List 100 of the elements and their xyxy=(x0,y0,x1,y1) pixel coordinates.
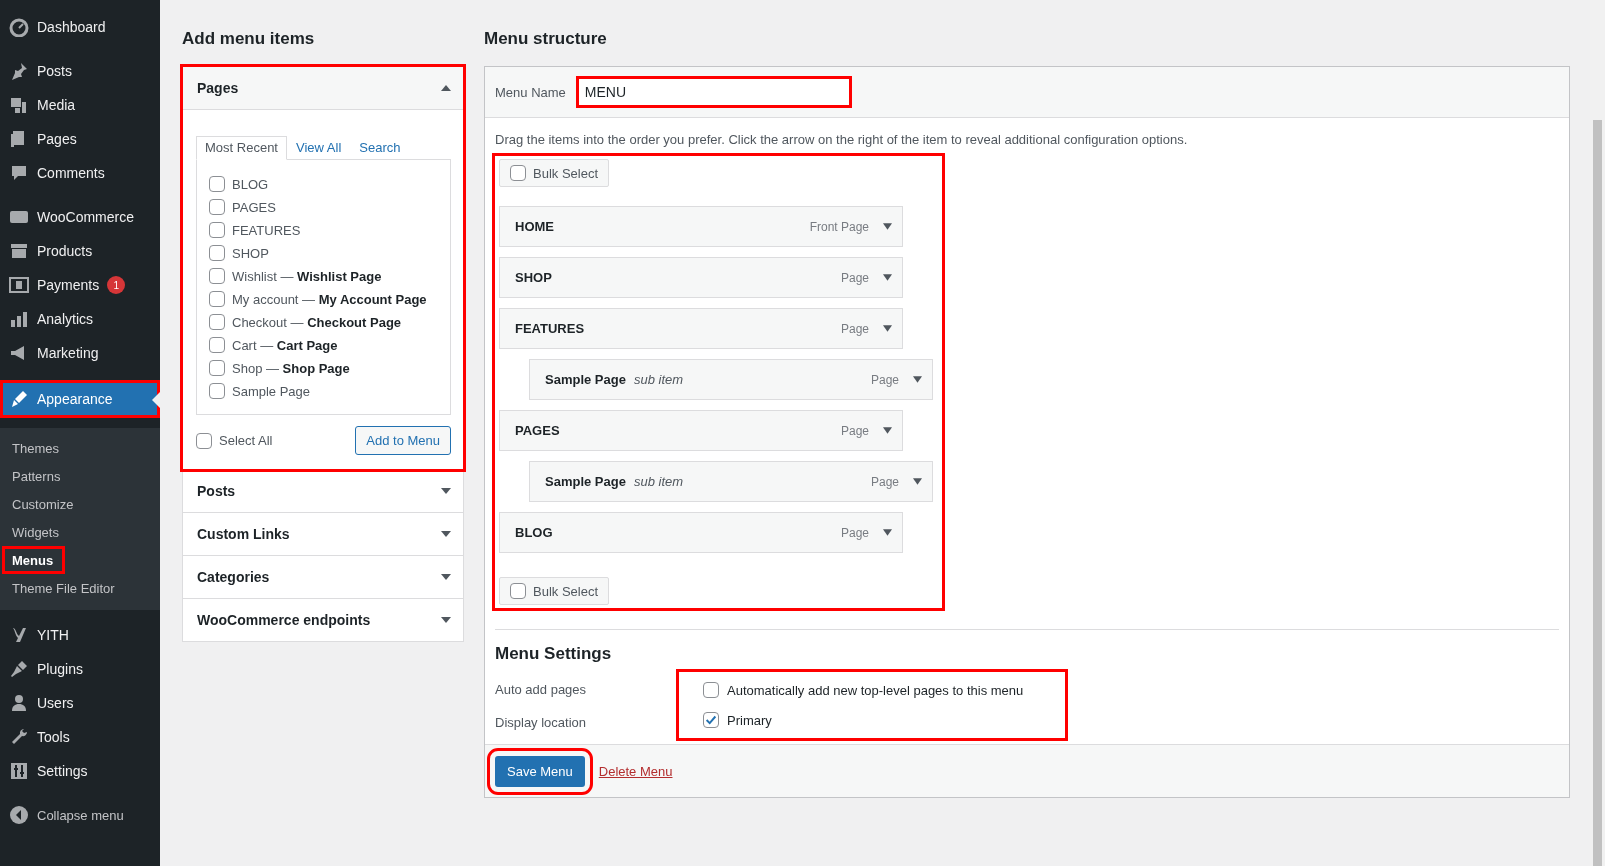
sidebar-item[interactable]: Users xyxy=(0,686,160,720)
accordion-header[interactable]: Posts xyxy=(183,470,463,512)
caret-icon[interactable] xyxy=(883,274,892,281)
sidebar-item[interactable]: Marketing xyxy=(0,336,160,370)
caret-icon[interactable] xyxy=(883,529,892,536)
submenu-item[interactable]: Theme File Editor xyxy=(0,574,127,602)
caret-icon[interactable] xyxy=(913,478,922,485)
menu-item-icon xyxy=(9,17,29,37)
instructions-text: Drag the items into the order you prefer. Click the arrow on the right of the item to reveal additional configuration options. xyxy=(495,132,1189,147)
menu-item-bar[interactable]: SHOP Page xyxy=(499,257,903,298)
add-to-menu-button[interactable]: Add to Menu xyxy=(355,426,451,455)
setting-label: Display location xyxy=(495,715,588,730)
bulk-select-control[interactable]: Bulk Select xyxy=(499,159,610,187)
section-title: Menu structure xyxy=(484,29,608,49)
checkbox[interactable] xyxy=(209,314,225,330)
sidebar-item[interactable]: Plugins xyxy=(0,652,160,686)
collapse-icon xyxy=(9,805,29,825)
tab[interactable]: Most Recent xyxy=(196,136,287,160)
menu-item-icon xyxy=(9,95,29,115)
checkbox[interactable] xyxy=(209,337,225,353)
checkbox[interactable] xyxy=(209,383,225,399)
menu-item-icon xyxy=(9,659,29,679)
checkbox[interactable] xyxy=(703,682,719,698)
option-label: Automatically add new top-level pages to this menu xyxy=(727,682,1024,698)
menu-item-bar[interactable]: Sample Page sub item Page xyxy=(529,359,933,400)
checkbox[interactable] xyxy=(209,199,225,215)
sidebar-item[interactable]: Pages xyxy=(0,122,160,156)
menu-item-bar[interactable]: BLOG Page xyxy=(499,512,903,553)
accordion-header[interactable]: Custom Links xyxy=(183,513,463,555)
menu-item-type: Page xyxy=(870,474,899,489)
option-label: Primary xyxy=(727,712,772,728)
caret-icon[interactable] xyxy=(913,376,922,383)
page-label: Sample Page xyxy=(232,383,311,399)
page-label: My account — My Account Page xyxy=(232,291,427,307)
menu-item-icon xyxy=(9,761,29,781)
checkbox[interactable] xyxy=(209,176,225,192)
menu-item-bar[interactable]: Sample Page sub item Page xyxy=(529,461,933,502)
accordion-title: Categories xyxy=(197,569,270,585)
submenu-item[interactable]: Themes xyxy=(0,434,71,462)
checkbox[interactable] xyxy=(209,268,225,284)
sidebar-item[interactable]: Posts xyxy=(0,54,160,88)
menu-item-type: Page xyxy=(840,270,869,285)
tab[interactable]: Search xyxy=(350,136,410,160)
menu-item-type: Page xyxy=(870,372,899,387)
notification-badge: 1 xyxy=(107,276,126,294)
sidebar-item[interactable]: Products xyxy=(0,234,160,268)
sidebar-item[interactable]: Dashboard xyxy=(0,10,160,44)
menu-item-icon xyxy=(9,309,29,329)
caret-icon xyxy=(441,488,451,494)
sidebar-item[interactable]: Settings xyxy=(0,754,160,788)
accordion-header[interactable]: Categories xyxy=(183,556,463,598)
menu-item-type: Page xyxy=(840,525,869,540)
sidebar-item[interactable]: Payments 1 xyxy=(0,268,160,302)
setting-label: Auto add pages xyxy=(495,682,588,697)
sidebar-item[interactable]: YITH xyxy=(0,618,160,652)
caret-icon[interactable] xyxy=(883,325,892,332)
checkbox[interactable] xyxy=(196,432,212,449)
page-label: FEATURES xyxy=(232,222,301,238)
accordion-header[interactable]: WooCommerce endpoints xyxy=(183,599,463,641)
menu-item-icon xyxy=(9,389,29,409)
sidebar-item[interactable]: Tools xyxy=(0,720,160,754)
settings-title: Menu Settings xyxy=(495,644,613,664)
bulk-select-control[interactable]: Bulk Select xyxy=(499,577,610,605)
menu-item-title: BLOG xyxy=(515,525,553,540)
caret-icon xyxy=(441,85,451,91)
sidebar-item[interactable]: Comments xyxy=(0,156,160,190)
menu-item-type: Page xyxy=(840,321,869,336)
accordion-title: Pages xyxy=(197,80,239,96)
menu-item-type: Page xyxy=(840,423,869,438)
sidebar-item[interactable]: WooCommerce xyxy=(0,200,160,234)
menu-item-title: SHOP xyxy=(515,270,552,285)
checkbox[interactable] xyxy=(209,245,225,261)
checkbox[interactable] xyxy=(209,291,225,307)
submenu-item[interactable]: Widgets xyxy=(0,518,71,546)
checkbox[interactable] xyxy=(510,165,526,181)
accordion-header[interactable]: Pages xyxy=(183,67,463,110)
sidebar-item[interactable]: Appearance xyxy=(0,380,160,418)
submenu-item[interactable]: Customize xyxy=(0,490,86,518)
menu-item-bar[interactable]: FEATURES Page xyxy=(499,308,903,349)
sidebar-item[interactable]: Media xyxy=(0,88,160,122)
page-label: Wishlist — Wishlist Page xyxy=(232,268,382,284)
checkbox[interactable] xyxy=(209,222,225,238)
caret-icon[interactable] xyxy=(883,427,892,434)
menu-item-bar[interactable]: PAGES Page xyxy=(499,410,903,451)
submenu-item[interactable]: Menus xyxy=(2,546,66,574)
collapse-menu-button[interactable]: Collapse menu xyxy=(0,798,160,832)
checkbox[interactable] xyxy=(209,360,225,376)
delete-menu-link[interactable]: Delete Menu xyxy=(598,763,673,779)
menu-item-title: Sample Page xyxy=(545,372,626,387)
sidebar-item[interactable]: Analytics xyxy=(0,302,160,336)
menu-item-title: HOME xyxy=(515,219,554,234)
checkbox[interactable] xyxy=(510,583,526,599)
caret-icon[interactable] xyxy=(883,223,892,230)
section-title: Add menu items xyxy=(182,29,316,49)
submenu-item[interactable]: Patterns xyxy=(0,462,73,490)
menu-item-note: sub item xyxy=(633,474,684,489)
checkbox[interactable] xyxy=(703,712,719,728)
tab[interactable]: View All xyxy=(287,136,351,160)
menu-name-field[interactable]: MENU xyxy=(575,76,852,108)
menu-item-bar[interactable]: HOME Front Page xyxy=(499,206,903,247)
